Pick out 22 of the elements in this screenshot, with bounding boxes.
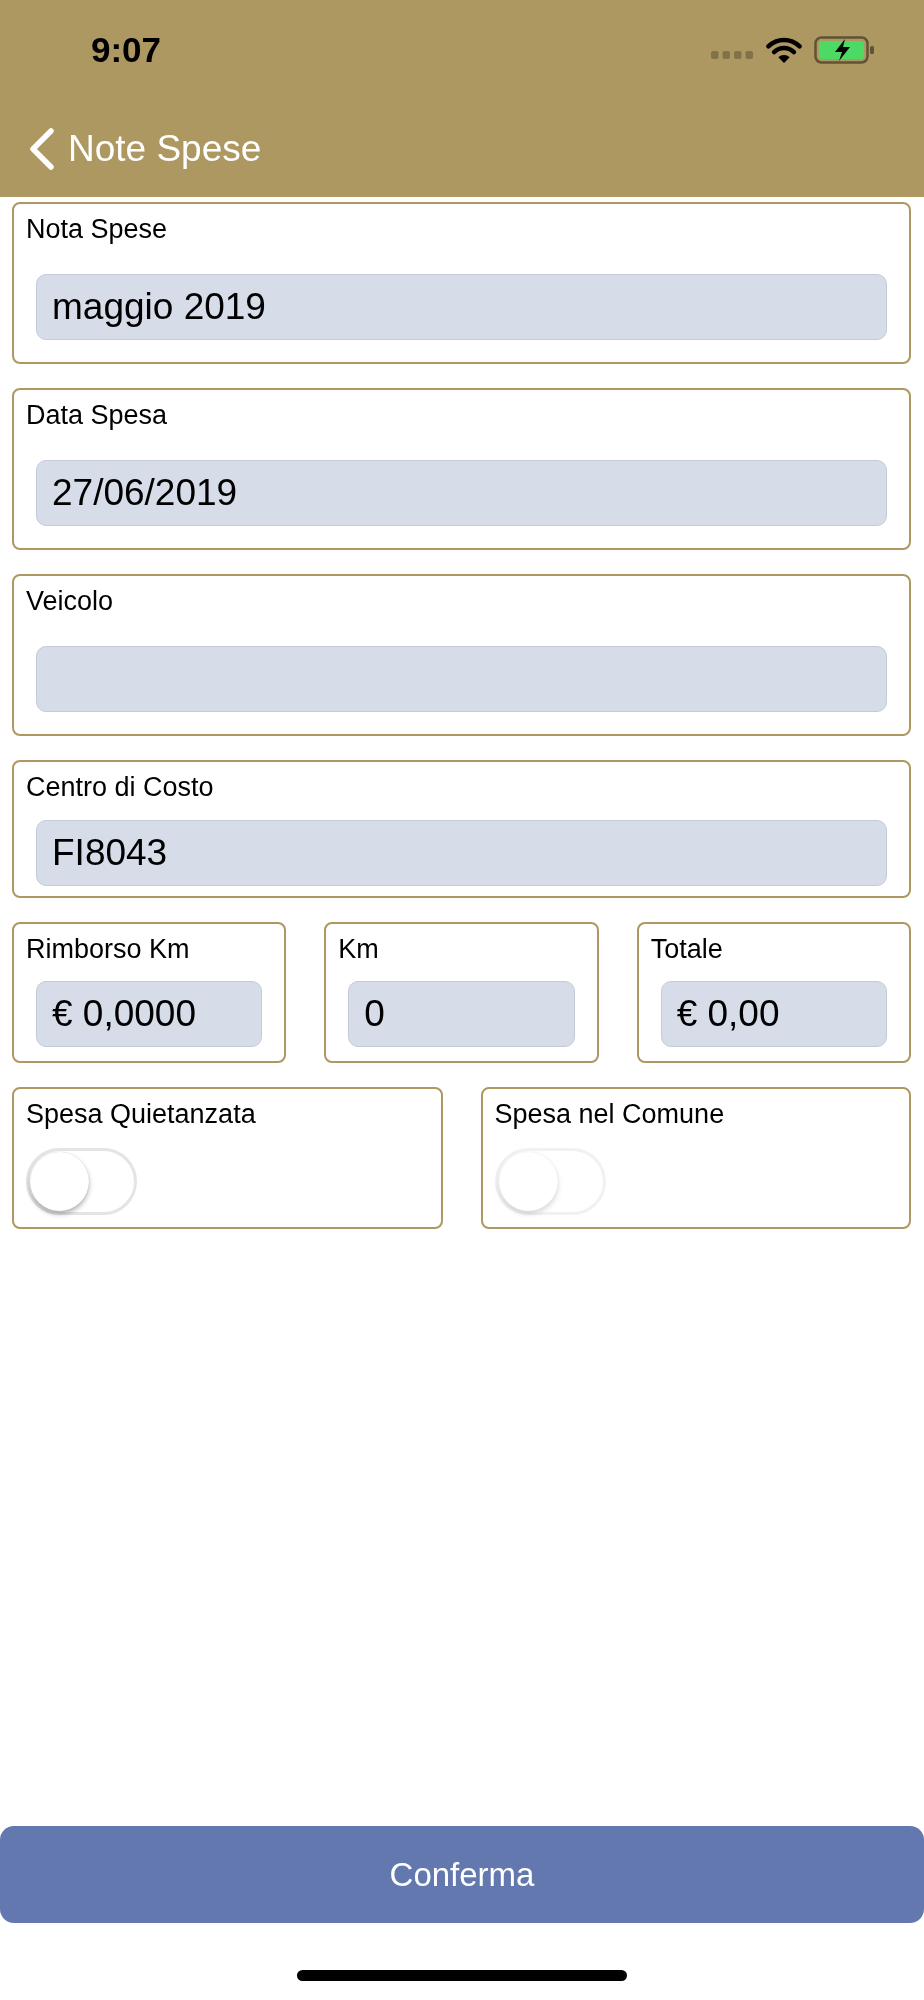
signal-icon bbox=[711, 51, 753, 59]
status-time: 9:07 bbox=[91, 30, 162, 70]
switch-label: Spesa Quietanzata bbox=[26, 1099, 257, 1130]
text-field[interactable] bbox=[36, 646, 887, 712]
confirm-button[interactable]: Conferma bbox=[0, 1826, 924, 1923]
field-label: Centro di Costo bbox=[26, 772, 215, 803]
field-label: Veicolo bbox=[26, 586, 115, 617]
field-label: Data Spesa bbox=[26, 400, 169, 431]
chevron-left-icon bbox=[28, 126, 56, 171]
battery-charging-icon bbox=[814, 36, 875, 64]
text-field[interactable]: maggio 2019 bbox=[36, 274, 887, 340]
text-field[interactable]: € 0,00 bbox=[660, 981, 887, 1047]
switch-label: Spesa nel Comune bbox=[494, 1099, 726, 1130]
field-label: Totale bbox=[650, 934, 724, 965]
field-label: Nota Spese bbox=[26, 214, 169, 245]
text-field[interactable]: 0 bbox=[348, 981, 575, 1047]
wifi-icon bbox=[765, 36, 803, 64]
field-label: Km bbox=[338, 934, 380, 965]
text-field[interactable]: € 0,0000 bbox=[36, 981, 263, 1047]
text-field[interactable]: 27/06/2019 bbox=[36, 460, 887, 526]
field-label: Rimborso Km bbox=[26, 934, 191, 965]
text-field[interactable]: FI8043 bbox=[36, 820, 887, 886]
